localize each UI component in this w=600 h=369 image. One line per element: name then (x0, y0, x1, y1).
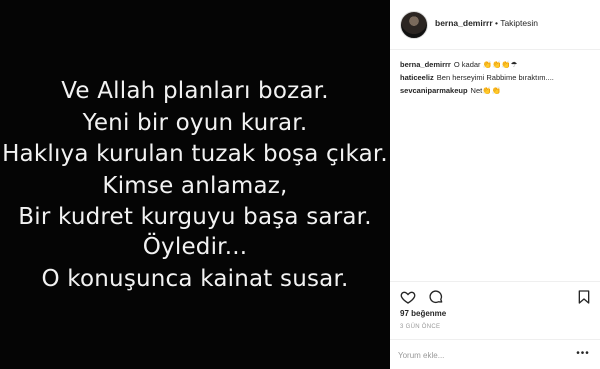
comment-input[interactable] (398, 348, 563, 362)
header-text: berna_demirrr • Takiptesin (435, 18, 538, 28)
comment-text: Net👏👏 (470, 86, 501, 95)
action-bar (390, 281, 600, 309)
comment-text: O kadar 👏👏👏☂ (453, 60, 518, 69)
header-username[interactable]: berna_demirrr (435, 18, 493, 28)
poem-line: Bir kudret kurguyu başa sarar. (18, 204, 372, 230)
comment-text: Ben herseyimi Rabbime bıraktım.... (436, 73, 554, 82)
comment-username[interactable]: sevcaniparmakeup (400, 86, 468, 95)
poem-line: Kimse anlamaz, (102, 173, 288, 199)
follow-status[interactable]: Takiptesin (500, 18, 538, 28)
comment-username[interactable]: berna_demirrr (400, 60, 451, 69)
comment-item: haticeeliz Ben herseyimi Rabbime bıraktım… (400, 71, 596, 84)
bookmark-icon[interactable] (576, 289, 592, 305)
more-options-button[interactable]: ••• (574, 346, 592, 362)
avatar[interactable] (400, 11, 428, 39)
post-image[interactable]: Ve Allah planları bozar. Yeni bir oyun k… (0, 0, 390, 369)
poem-line: Haklıya kurulan tuzak boşa çıkar. (2, 141, 388, 167)
timestamp: 3 GÜN ÖNCE (400, 324, 441, 330)
poem-line: Yeni bir oyun kurar. (82, 110, 308, 136)
poem-line: Ve Allah planları bozar. (61, 78, 329, 104)
heart-icon[interactable] (400, 289, 416, 305)
add-comment-bar: ••• (390, 339, 600, 369)
comment-item: sevcaniparmakeup Net👏👏 (400, 84, 596, 97)
comment-list: berna_demirrr O kadar 👏👏👏☂ haticeeliz Ben … (400, 58, 596, 97)
like-count[interactable]: 97 beğenme (400, 309, 446, 318)
post-sidebar: berna_demirrr • Takiptesin berna_demirrr… (390, 0, 600, 369)
speech-bubble-icon[interactable] (428, 289, 444, 305)
comment-username[interactable]: haticeeliz (400, 73, 434, 82)
poem-line: O konuşunca kainat susar. (41, 266, 349, 292)
comment-item: berna_demirrr O kadar 👏👏👏☂ (400, 58, 596, 71)
poem-line: Öyledir... (142, 234, 248, 260)
post-header: berna_demirrr • Takiptesin (390, 0, 600, 50)
